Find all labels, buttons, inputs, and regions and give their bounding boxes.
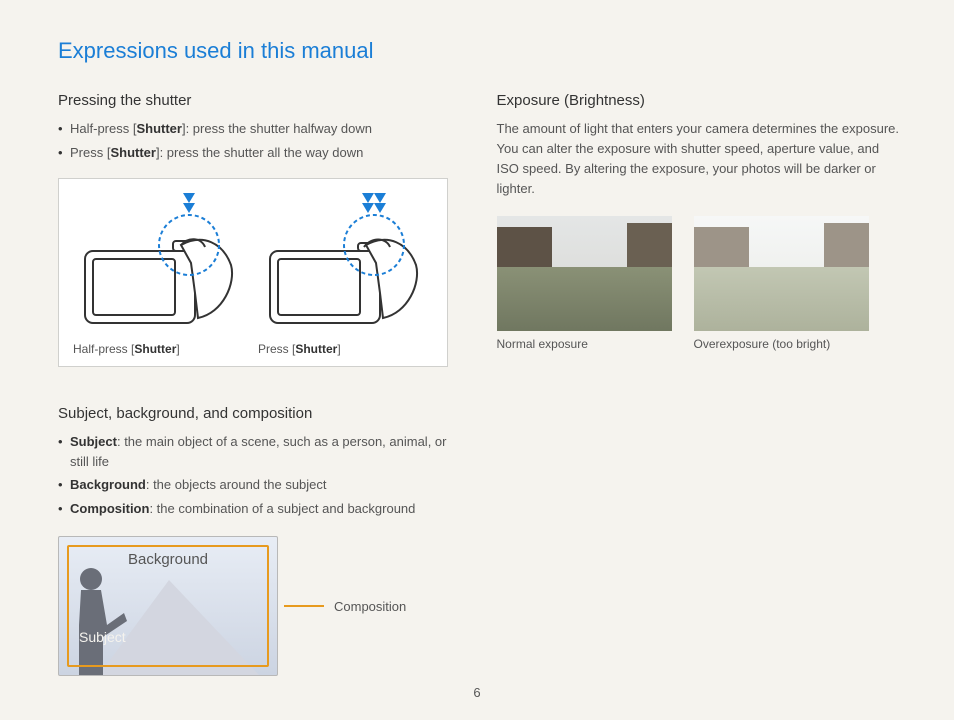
exposure-paragraph: The amount of light that enters your cam… <box>497 119 900 200</box>
content-columns: Pressing the shutter Half-press [Shutter… <box>58 92 899 676</box>
exposure-images: Normal exposure Overexposure (too bright… <box>497 216 900 351</box>
page-title: Expressions used in this manual <box>58 38 899 64</box>
left-column: Pressing the shutter Half-press [Shutter… <box>58 92 461 676</box>
right-column: Exposure (Brightness) The amount of ligh… <box>497 92 900 676</box>
subject-bullets: Subject: the main object of a scene, suc… <box>58 432 461 518</box>
background-label: Background <box>59 551 277 568</box>
shutter-bullet-2: Press [Shutter]: press the shutter all t… <box>58 143 461 163</box>
subject-bullet-1: Subject: the main object of a scene, suc… <box>58 432 461 471</box>
full-press-caption: Press [Shutter] <box>258 342 433 356</box>
normal-exposure-photo <box>497 216 672 331</box>
normal-exposure-caption: Normal exposure <box>497 337 672 351</box>
composition-label: Composition <box>334 599 406 614</box>
composition-leader-line <box>284 605 324 607</box>
subject-section: Subject, background, and composition Sub… <box>58 405 461 676</box>
over-exposure-item: Overexposure (too bright) <box>694 216 869 351</box>
subject-bullet-2: Background: the objects around the subje… <box>58 475 461 495</box>
full-press-diagram: Press [Shutter] <box>258 193 433 356</box>
half-press-diagram: Half-press [Shutter] <box>73 193 248 356</box>
composition-diagram: Background Subject <box>58 536 278 676</box>
subject-label: Subject <box>79 629 126 645</box>
half-press-caption: Half-press [Shutter] <box>73 342 248 356</box>
normal-exposure-item: Normal exposure <box>497 216 672 351</box>
page-number: 6 <box>0 685 954 700</box>
exposure-heading: Exposure (Brightness) <box>497 92 900 109</box>
subject-bullet-3: Composition: the combination of a subjec… <box>58 499 461 519</box>
subject-heading: Subject, background, and composition <box>58 405 461 422</box>
shutter-bullets: Half-press [Shutter]: press the shutter … <box>58 119 461 162</box>
shutter-bullet-1: Half-press [Shutter]: press the shutter … <box>58 119 461 139</box>
shutter-diagram-box: Half-press [Shutter] <box>58 178 448 367</box>
shutter-heading: Pressing the shutter <box>58 92 461 109</box>
over-exposure-caption: Overexposure (too bright) <box>694 337 869 351</box>
over-exposure-photo <box>694 216 869 331</box>
composition-diagram-row: Background Subject Composition <box>58 536 461 676</box>
